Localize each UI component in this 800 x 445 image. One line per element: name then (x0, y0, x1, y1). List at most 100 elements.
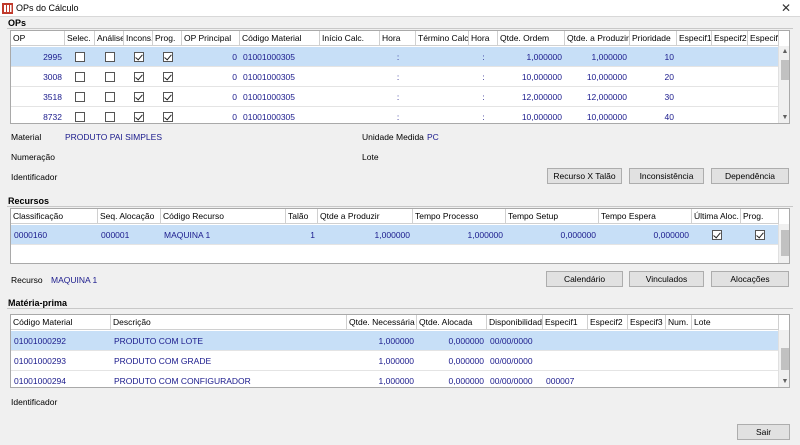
incons-checkbox[interactable] (133, 51, 144, 62)
ops-col-header[interactable]: Prioridade (630, 31, 677, 46)
alocacoes-button[interactable]: Alocações (711, 271, 789, 287)
recursos-col-header[interactable]: Qtde a Produzir (318, 209, 413, 224)
analise-checkbox[interactable] (104, 111, 115, 122)
selec-checkbox[interactable] (75, 71, 85, 82)
ops-col-header[interactable]: Análise (95, 31, 124, 46)
sair-button[interactable]: Sair (737, 424, 790, 440)
table-row[interactable]: 01001000293 PRODUTO COM GRADE 1,000000 0,00… (11, 351, 778, 371)
ops-col-header[interactable]: Início Calc. (320, 31, 380, 46)
qtde-necessaria: 1,000000 (378, 376, 414, 386)
scroll-down-icon[interactable]: ▼ (779, 112, 789, 123)
materia-col-header[interactable]: Num. (666, 315, 692, 330)
ops-col-header[interactable]: Hora (469, 31, 498, 46)
ops-col-header[interactable]: Qtde. Ordem (498, 31, 565, 46)
ops-col-header[interactable]: Especif1 (677, 31, 712, 46)
unidade-medida-label: Unidade Medida (362, 132, 424, 142)
materia-col-header[interactable]: Especif1 (543, 315, 588, 330)
table-row[interactable]: 0000160 000001 MAQUINA 1 1 1,000000 1,000000 0… (11, 225, 778, 245)
hora-termino: : (482, 72, 485, 82)
recurso-x-talao-button[interactable]: Recurso X Talão (547, 168, 622, 184)
vinculados-button[interactable]: Vinculados (629, 271, 704, 287)
table-row[interactable]: 01001000292 PRODUTO COM LOTE 1,000000 0,000… (11, 331, 778, 351)
recursos-col-header[interactable]: Classificação (11, 209, 98, 224)
recursos-col-header[interactable]: Tempo Setup (506, 209, 599, 224)
prog-cell (153, 107, 182, 123)
selec-checkbox[interactable] (75, 91, 85, 102)
qtde-a-produzir: 10,000000 (586, 112, 627, 122)
materia-col-header[interactable]: Lote (692, 315, 779, 330)
incons-checkbox[interactable] (133, 91, 144, 102)
ops-col-header[interactable]: Especif3 (748, 31, 779, 46)
analise-checkbox[interactable] (104, 71, 115, 82)
ops-col-header[interactable]: Selec. (65, 31, 95, 46)
codigo-recurso: MAQUINA 1 (164, 230, 211, 240)
qtde-alocada: 0,000000 (448, 376, 484, 386)
materia-col-header[interactable]: Qtde. Necessária (347, 315, 417, 330)
ops-col-header[interactable]: OP Principal (182, 31, 240, 46)
disponibilidade: 00/00/0000 (490, 336, 533, 346)
recursos-col-header[interactable]: Seq. Alocação (98, 209, 161, 224)
ops-col-header[interactable]: OP (11, 31, 65, 46)
materia-col-header[interactable]: Especif3 (628, 315, 666, 330)
scroll-thumb[interactable] (781, 230, 789, 256)
prog-checkbox[interactable] (755, 229, 765, 240)
recursos-vertical-scrollbar[interactable] (778, 224, 789, 263)
ops-col-header[interactable]: Código Material (240, 31, 320, 46)
incons-checkbox[interactable] (133, 71, 144, 82)
table-row[interactable]: 8732 0 01001000305:: 10,000000 10,000000 40 (11, 107, 778, 123)
close-icon[interactable]: ✕ (772, 0, 800, 17)
ops-vertical-scrollbar[interactable]: ▲ ▼ (778, 46, 789, 123)
analise-checkbox[interactable] (104, 51, 115, 62)
ops-col-header[interactable]: Especif2 (712, 31, 748, 46)
recursos-grid[interactable]: Classificação Seq. Alocação Código Recurso… (10, 208, 790, 264)
recursos-col-header[interactable]: Tempo Espera (599, 209, 692, 224)
dependencia-button[interactable]: Dependência (711, 168, 789, 184)
op-number: 2995 (43, 52, 62, 62)
ops-grid[interactable]: OP Selec. Análise Incons. Prog. OP Principal C… (10, 30, 790, 124)
table-row[interactable]: 01001000294 PRODUTO COM CONFIGURADOR 1,000… (11, 371, 778, 387)
prog-checkbox[interactable] (162, 71, 173, 82)
tempo-espera: 0,000000 (653, 230, 689, 240)
table-row[interactable]: 3518 0 01001000305:: 12,000000 12,000000 30 (11, 87, 778, 107)
prog-checkbox[interactable] (162, 51, 173, 62)
prog-checkbox[interactable] (162, 91, 173, 102)
materia-col-header[interactable]: Descrição (111, 315, 347, 330)
recursos-col-header[interactable]: Tempo Processo (413, 209, 506, 224)
codigo-material: 01001000292 (14, 336, 67, 346)
incons-cell (124, 67, 153, 87)
scroll-down-icon[interactable]: ▼ (779, 376, 789, 387)
recursos-col-header[interactable]: Prog. (741, 209, 779, 224)
table-row[interactable]: 2995 0 01001000305:: 1,000000 1,000000 10 (11, 47, 778, 67)
ops-col-header[interactable]: Incons. (124, 31, 153, 46)
materia-col-header[interactable]: Disponibilidade (487, 315, 543, 330)
table-row[interactable]: 3008 0 01001000305:: 10,000000 10,000000 20 (11, 67, 778, 87)
ops-col-header[interactable]: Qtde. a Produzir (565, 31, 630, 46)
ops-grid-header: OP Selec. Análise Incons. Prog. OP Principal C… (11, 31, 779, 46)
calendario-button[interactable]: Calendário (546, 271, 623, 287)
materia-col-header[interactable]: Qtde. Alocada (417, 315, 487, 330)
ultima-aloc-checkbox[interactable] (711, 229, 722, 240)
materia-col-header[interactable]: Especif2 (588, 315, 628, 330)
inconsistencia-button[interactable]: Inconsistência (629, 168, 704, 184)
ops-col-header[interactable]: Prog. (153, 31, 182, 46)
recursos-col-header[interactable]: Código Recurso (161, 209, 286, 224)
prog-checkbox[interactable] (162, 111, 173, 122)
scroll-thumb[interactable] (781, 60, 789, 80)
materia-prima-vertical-scrollbar[interactable]: ▼ (778, 330, 789, 387)
ops-col-header[interactable]: Término Calc. (416, 31, 469, 46)
incons-checkbox[interactable] (133, 111, 144, 122)
selec-checkbox[interactable] (75, 51, 85, 62)
materia-col-header[interactable]: Código Material (11, 315, 111, 330)
analise-checkbox[interactable] (104, 91, 115, 102)
recursos-col-header[interactable]: Talão (286, 209, 318, 224)
scroll-thumb[interactable] (781, 348, 789, 370)
selec-checkbox[interactable] (75, 111, 85, 122)
materia-prima-grid[interactable]: Código Material Descrição Qtde. Necessária… (10, 314, 790, 388)
material-value: PRODUTO PAI SIMPLES (65, 132, 162, 142)
prioridade: 40 (664, 112, 674, 122)
recursos-col-header[interactable]: Última Aloc. (692, 209, 741, 224)
ops-col-header[interactable]: Hora (380, 31, 416, 46)
scroll-up-icon[interactable]: ▲ (779, 46, 789, 58)
especif1 (543, 331, 588, 351)
qtde-necessaria: 1,000000 (378, 356, 414, 366)
